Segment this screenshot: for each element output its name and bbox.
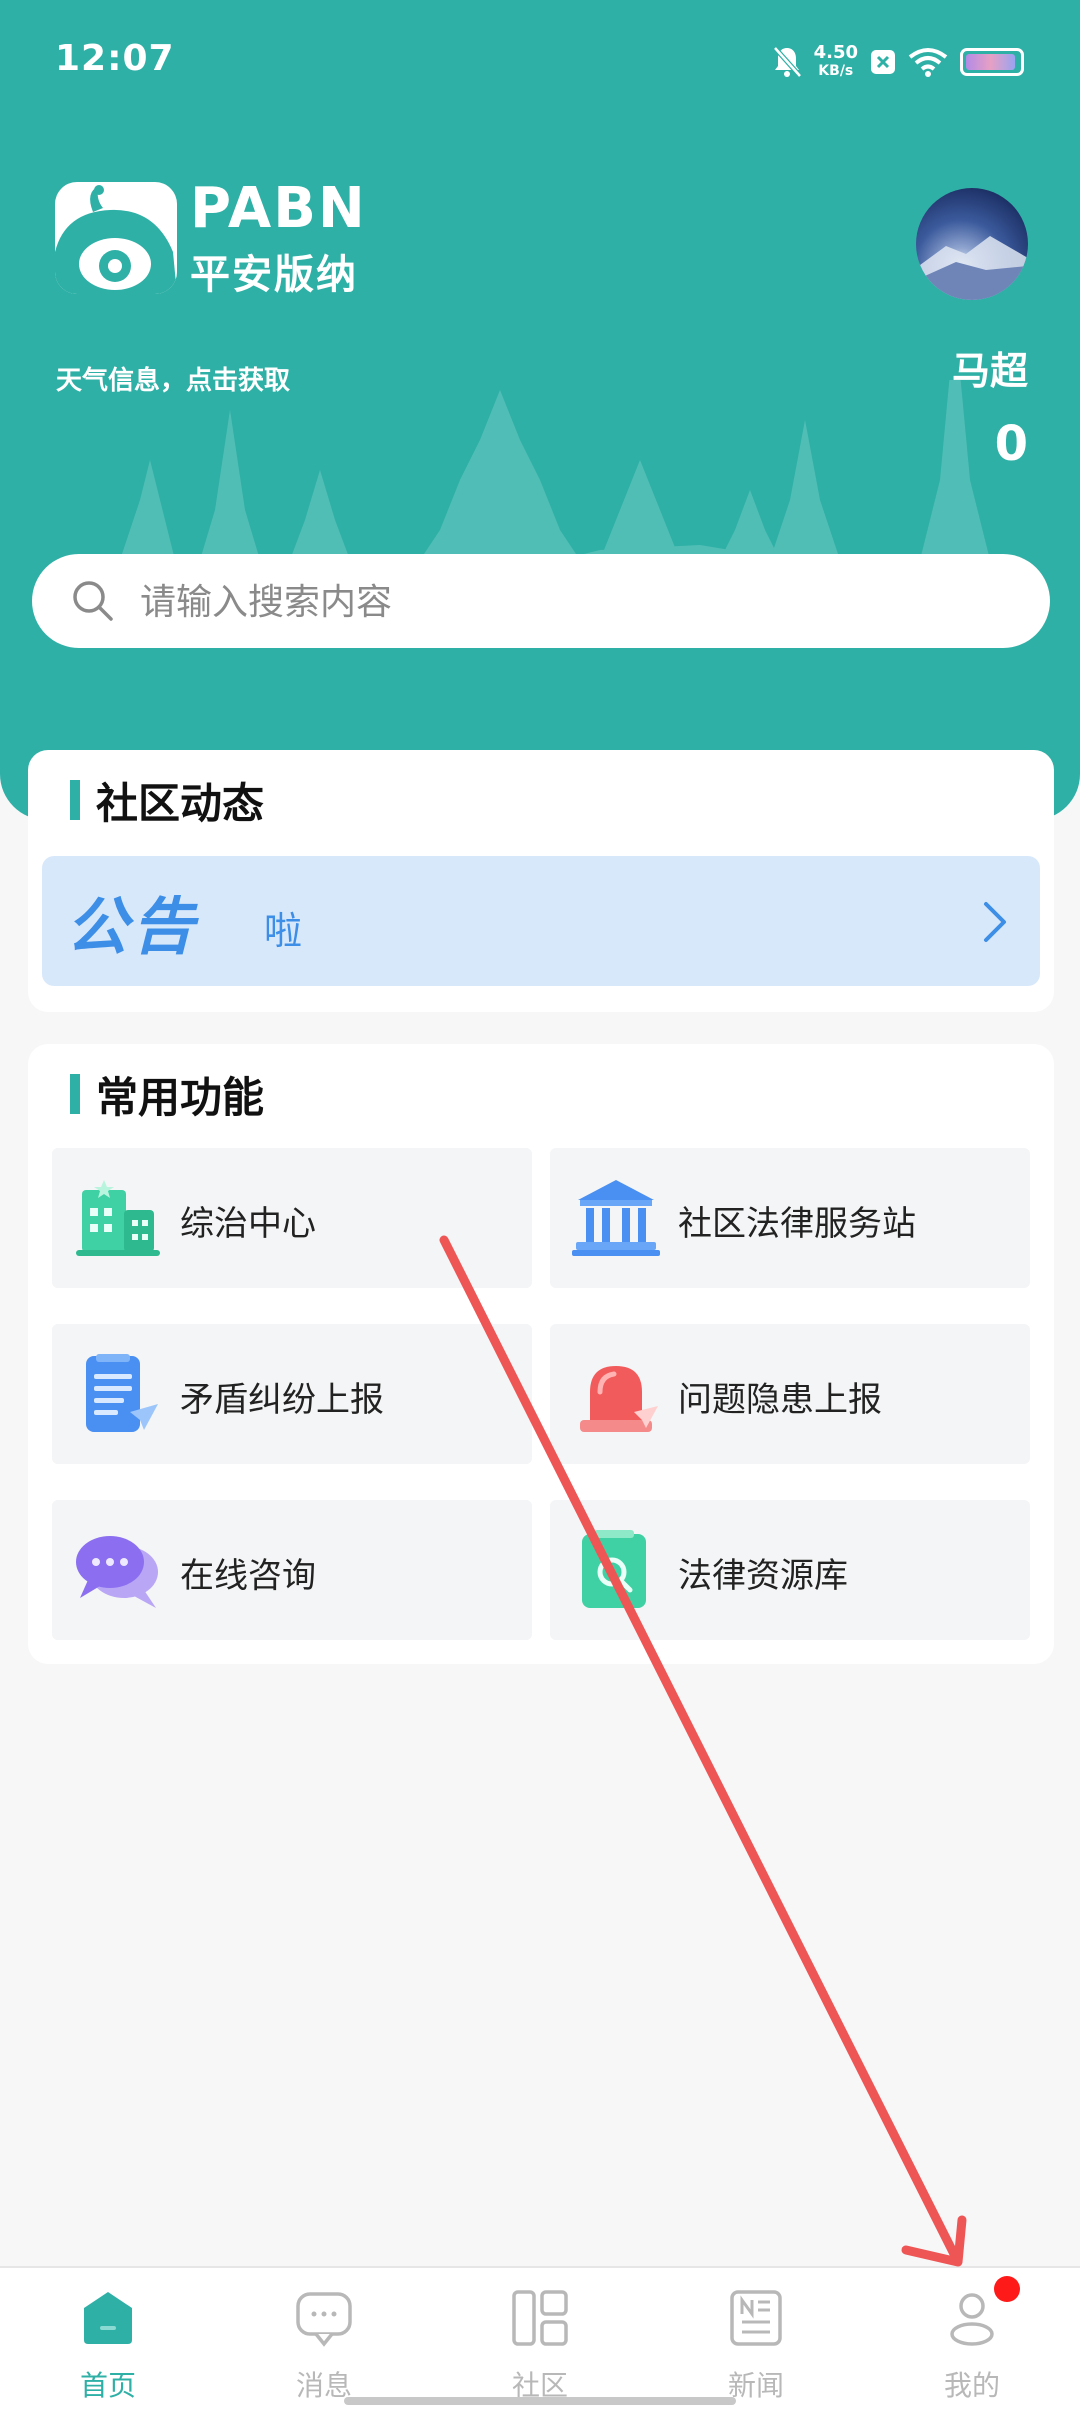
tab-home[interactable]: 首页: [0, 2268, 216, 2410]
function-hazard-report[interactable]: 问题隐患上报: [550, 1324, 1030, 1464]
function-label: 法律资源库: [678, 1556, 848, 1596]
notice-text: 啦: [264, 909, 303, 953]
user-avatar[interactable]: [916, 188, 1028, 300]
functions-section-title: 常用功能: [70, 1068, 264, 1122]
news-icon: [730, 2290, 782, 2346]
home-icon: [84, 2292, 132, 2344]
status-icons: 4.50 KB/s: [772, 40, 1024, 84]
function-comprehensive-center[interactable]: 综治中心: [52, 1148, 532, 1288]
alarm-light-icon: [580, 1366, 658, 1432]
function-label: 在线咨询: [180, 1556, 316, 1596]
status-bar: 12:07 4.50 KB/s: [0, 0, 1080, 124]
function-online-consult[interactable]: 在线咨询: [52, 1500, 532, 1640]
battery-icon: [960, 48, 1024, 76]
function-label: 社区法律服务站: [678, 1204, 916, 1244]
wifi-icon: [908, 48, 948, 77]
skyline-decoration: [120, 380, 990, 560]
bottom-tab-bar: 首页 消息 社区 新闻 我的: [0, 2266, 1080, 2410]
title-accent-bar: [70, 1074, 80, 1114]
search-input[interactable]: [138, 554, 1022, 650]
network-speed: 4.50 KB/s: [814, 44, 858, 80]
chevron-right-icon: [984, 902, 1006, 942]
tab-label: 我的: [943, 2369, 1000, 2402]
functions-title-text: 常用功能: [96, 1072, 265, 1122]
search-icon: [73, 581, 113, 621]
report-document-icon: [86, 1354, 158, 1432]
home-indicator[interactable]: [344, 2397, 736, 2405]
logo-text-en: PABN: [190, 176, 367, 241]
tab-label: 首页: [79, 2369, 136, 2402]
function-dispute-report[interactable]: 矛盾纠纷上报: [52, 1324, 532, 1464]
logo-text-cn: 平安版纳: [190, 252, 358, 298]
weather-link[interactable]: 天气信息，点击获取: [56, 360, 290, 397]
sim-x-icon: [871, 50, 895, 74]
mute-bell-icon: [772, 46, 802, 78]
function-label: 问题隐患上报: [678, 1380, 882, 1420]
username: 马超: [951, 349, 1028, 393]
tab-messages[interactable]: 消息: [216, 2268, 432, 2410]
profile-icon: [950, 2293, 994, 2346]
net-speed-unit: KB/s: [818, 63, 854, 79]
notice-banner[interactable]: 公告 啦: [42, 856, 1040, 986]
notification-badge: [994, 2276, 1020, 2302]
courthouse-icon: [572, 1180, 660, 1256]
title-accent-bar: [70, 780, 80, 820]
user-points: 0: [994, 416, 1028, 472]
chat-bubbles-icon: [76, 1536, 158, 1608]
community-section-title: 社区动态: [70, 774, 264, 828]
net-speed-value: 4.50: [813, 42, 858, 63]
building-icon: [76, 1180, 160, 1256]
search-bar[interactable]: [32, 554, 1050, 650]
function-legal-library[interactable]: 法律资源库: [550, 1500, 1030, 1640]
community-grid-icon: [512, 2290, 568, 2346]
function-label: 综治中心: [180, 1204, 316, 1244]
status-time: 12:07: [55, 38, 175, 79]
function-label: 矛盾纠纷上报: [180, 1380, 384, 1420]
community-title-text: 社区动态: [96, 778, 265, 828]
tab-profile[interactable]: 我的: [864, 2268, 1080, 2410]
functions-card: 常用功能 综治中心 社区法律服务站 矛盾纠纷上报 问题隐患上报 在线咨询 法律资…: [28, 1044, 1054, 1664]
peacock-logo-icon: [55, 182, 177, 294]
tab-news[interactable]: 新闻: [648, 2268, 864, 2410]
book-search-icon: [582, 1530, 646, 1608]
app-logo: PABN 平安版纳: [55, 176, 380, 298]
community-card: 社区动态 公告 啦: [28, 750, 1054, 1012]
function-legal-service-station[interactable]: 社区法律服务站: [550, 1148, 1030, 1288]
message-icon: [296, 2292, 352, 2347]
tab-community[interactable]: 社区: [432, 2268, 648, 2410]
notice-label: 公告: [66, 890, 199, 963]
